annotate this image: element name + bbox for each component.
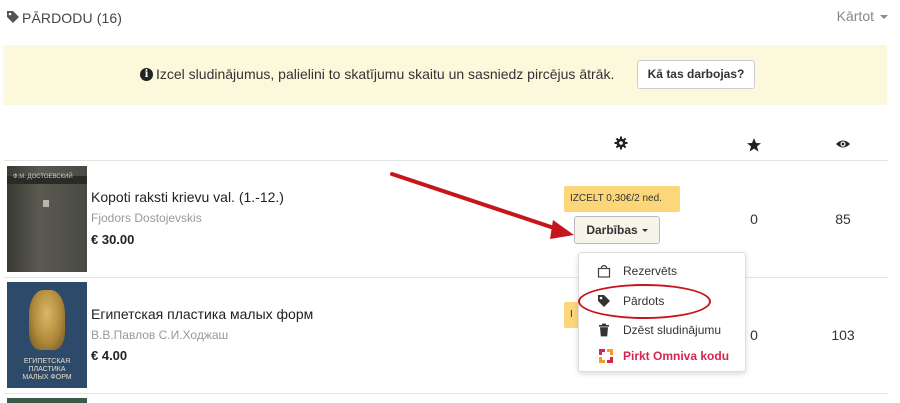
cover-line: МАЛЫХ ФОРМ xyxy=(22,374,72,381)
cover-line: ПЛАСТИКА xyxy=(28,366,66,373)
promo-banner: i Izcel sludinājumus, palielini to skatī… xyxy=(3,45,887,105)
gear-icon xyxy=(614,136,628,150)
listing-price: € 30.00 xyxy=(91,232,135,247)
sort-label: Kārtot xyxy=(836,8,874,24)
cover-text: Ф.М. ДОСТОЕВСКИЙ xyxy=(13,174,73,180)
listing-thumbnail[interactable]: ЕГИПЕТСКАЯ ПЛАСТИКА МАЛЫХ ФОРМ xyxy=(7,282,87,388)
cover-title: ЕГИПЕТСКАЯ ПЛАСТИКА МАЛЫХ ФОРМ xyxy=(19,358,75,382)
chevron-down-icon xyxy=(880,15,888,20)
chevron-down-icon xyxy=(641,229,648,233)
listing-thumbnail[interactable]: Ф.М. ДОСТОЕВСКИЙ xyxy=(7,166,87,272)
shopping-bag-icon xyxy=(597,264,611,278)
menu-item-label: Pirkt Omniva kodu xyxy=(623,349,730,363)
omniva-logo-icon xyxy=(599,349,613,363)
trash-icon xyxy=(599,323,609,337)
listing-thumbnail[interactable] xyxy=(7,398,87,403)
sort-dropdown[interactable]: Kārtot xyxy=(837,8,888,24)
tag-icon xyxy=(7,11,19,23)
star-icon xyxy=(747,138,761,152)
actions-label: Darbības xyxy=(586,223,638,237)
views-count: 85 xyxy=(835,211,851,227)
info-icon: i xyxy=(140,68,153,81)
how-it-works-button[interactable]: Kā tas darbojas? xyxy=(637,60,755,89)
menu-item-label: Rezervēts xyxy=(623,264,678,278)
row-divider xyxy=(4,393,888,394)
menu-item-label: Dzēst sludinājumu xyxy=(623,323,722,337)
views-count: 103 xyxy=(831,327,855,343)
menu-item-delete[interactable]: Dzēst sludinājumu xyxy=(579,318,745,344)
actions-dropdown-button[interactable]: Darbības xyxy=(574,216,660,244)
section-title: PĀRDODU (16) xyxy=(22,10,122,26)
cover-line: ЕГИПЕТСКАЯ xyxy=(23,358,71,365)
promote-button[interactable]: IZCELT 0,30€/2 ned. xyxy=(564,186,680,212)
highlight-ellipse xyxy=(578,284,711,319)
eye-icon xyxy=(836,140,850,148)
favorites-count: 0 xyxy=(750,211,758,227)
cover-statue-image xyxy=(29,290,65,350)
promo-message: Izcel sludinājumus, palielini to skatīju… xyxy=(156,66,615,82)
listing-title[interactable]: Kopoti raksti krievu val. (1.-12.) xyxy=(91,189,284,205)
listing-price: € 4.00 xyxy=(91,348,128,363)
listings-header: PĀRDODU (16) Kārtot xyxy=(6,8,894,30)
listing-title[interactable]: Египетская пластика малых форм xyxy=(91,306,313,322)
listing-author: В.В.Павлов С.И.Ходжаш xyxy=(91,328,229,342)
cover-emblem xyxy=(43,200,49,207)
menu-item-buy-omniva-code[interactable]: Pirkt Omniva kodu xyxy=(579,344,745,370)
menu-item-reserved[interactable]: Rezervēts xyxy=(579,259,745,285)
listing-author: Fjodors Dostojevskis xyxy=(91,211,202,225)
